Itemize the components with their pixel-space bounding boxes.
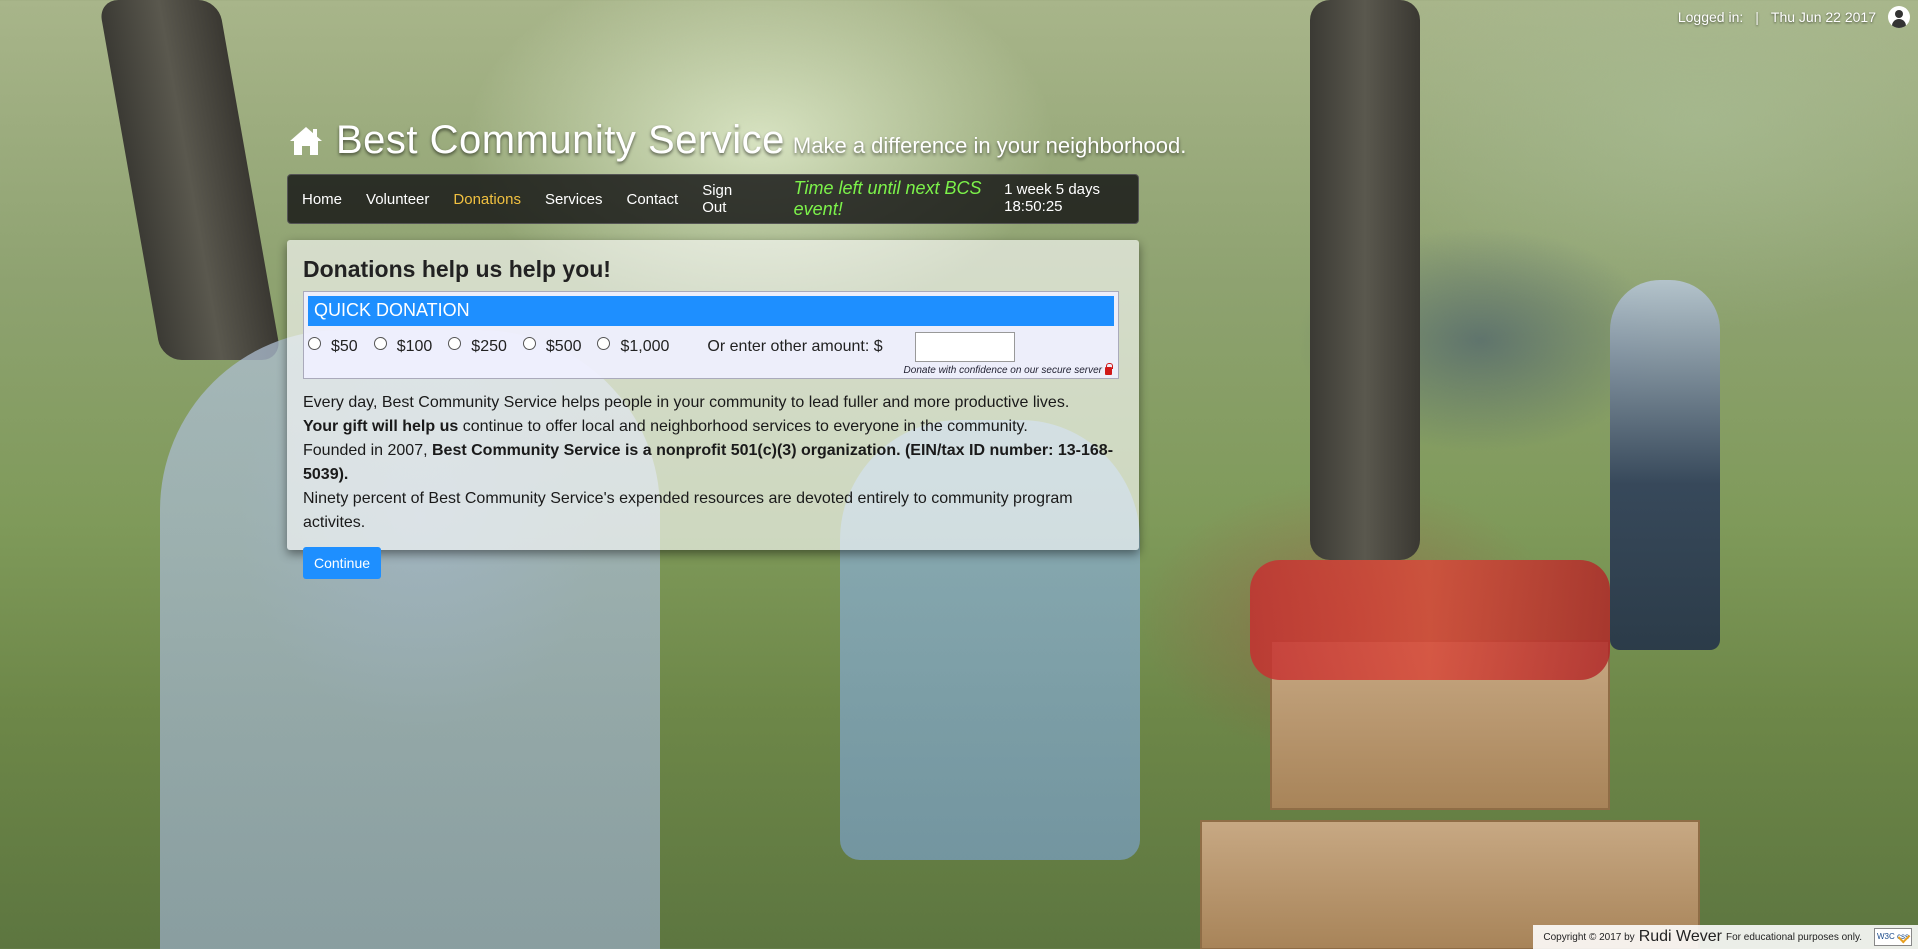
amount-radio-50[interactable] [308,336,321,350]
description-text: Founded in 2007, [303,442,432,459]
copyright-text: Copyright © 2017 by [1543,931,1635,943]
home-icon[interactable] [288,125,324,157]
nav-donations[interactable]: Donations [453,191,521,208]
description-line: Every day, Best Community Service helps … [303,394,1070,411]
description-text: continue to offer local and neighborhood… [458,418,1028,435]
page-footer: Copyright © 2017 by Rudi Wever For educa… [1533,925,1918,949]
site-tagline: Make a difference in your neighborhood. [792,133,1187,158]
background-tree-trunk [98,0,282,360]
amount-option-500[interactable]: $500 [522,336,582,356]
background-volunteer [1610,280,1720,650]
countdown-label: Time left until next BCS event! [793,178,982,219]
amount-radio-1000[interactable] [597,336,611,350]
description-bold: Best Community Service is a nonprofit 50… [432,442,901,459]
lock-icon [1105,362,1113,375]
logged-in-label: Logged in: [1677,9,1744,25]
amount-option-250[interactable]: $250 [448,336,507,356]
top-status-bar: Logged in: | Thu Jun 22 2017 [1678,6,1910,28]
amount-label: $250 [471,338,507,355]
separator: | [1755,9,1759,25]
other-amount-label: Or enter other amount: $ [707,338,883,355]
amount-radio-250[interactable] [448,336,462,350]
background-cardboard-box [1270,640,1610,810]
quick-donation-header: QUICK DONATION [308,296,1114,326]
secure-server-note: Donate with confidence on our secure ser… [903,362,1113,376]
amount-label: $100 [396,338,433,355]
author-name: Rudi Wever [1638,928,1722,945]
amount-option-50[interactable]: $50 [308,336,358,356]
nav-volunteer[interactable]: Volunteer [366,191,429,208]
amount-radio-500[interactable] [522,336,536,350]
user-circle-icon[interactable] [1888,6,1910,28]
quick-donation-box: QUICK DONATION $50 $100 $250 $500 $1,000 [303,291,1119,379]
other-amount-input[interactable] [914,332,1015,362]
nav-home[interactable]: Home [302,191,342,208]
continue-button[interactable]: Continue [303,547,382,579]
secure-note-text: Donate with confidence on our secure ser… [903,365,1102,376]
page-title: Donations help us help you! [303,256,611,282]
amount-label: $1,000 [620,338,670,355]
main-navbar: Home Volunteer Donations Services Contac… [287,174,1139,224]
amount-option-1000[interactable]: $1,000 [597,336,670,356]
donation-description: Every day, Best Community Service helps … [303,391,1123,535]
footer-note: For educational purposes only. [1725,931,1862,943]
description-bold: Your gift will help us [303,418,459,435]
amount-option-100[interactable]: $100 [373,336,433,356]
donation-amounts: $50 $100 $250 $500 $1,000 Or enter other… [308,332,1114,362]
amount-label: $50 [331,338,358,355]
nav-contact[interactable]: Contact [626,191,678,208]
nav-sign-out[interactable]: Sign Out [702,182,751,216]
description-line: Founded in 2007, Best Community Service … [303,439,1123,487]
donation-panel: Donations help us help you! QUICK DONATI… [287,240,1139,579]
nav-services[interactable]: Services [545,191,603,208]
description-line: Your gift will help us continue to offer… [303,415,1123,439]
amount-radio-100[interactable] [373,336,387,350]
site-title[interactable]: Best Community Service [336,118,785,163]
current-date: Thu Jun 22 2017 [1770,9,1876,25]
event-countdown: Time left until next BCS event! 1 week 5… [794,178,1138,220]
w3c-css-badge[interactable]: W3C css [1874,928,1912,946]
background-clothes [1250,560,1610,680]
countdown-value: 1 week 5 days 18:50:25 [1004,181,1100,215]
amount-label: $500 [545,338,582,355]
background-tree-trunk [1310,0,1420,560]
site-header: Best Community Service Make a difference… [288,118,1186,163]
description-line: Ninety percent of Best Community Service… [303,490,1073,531]
